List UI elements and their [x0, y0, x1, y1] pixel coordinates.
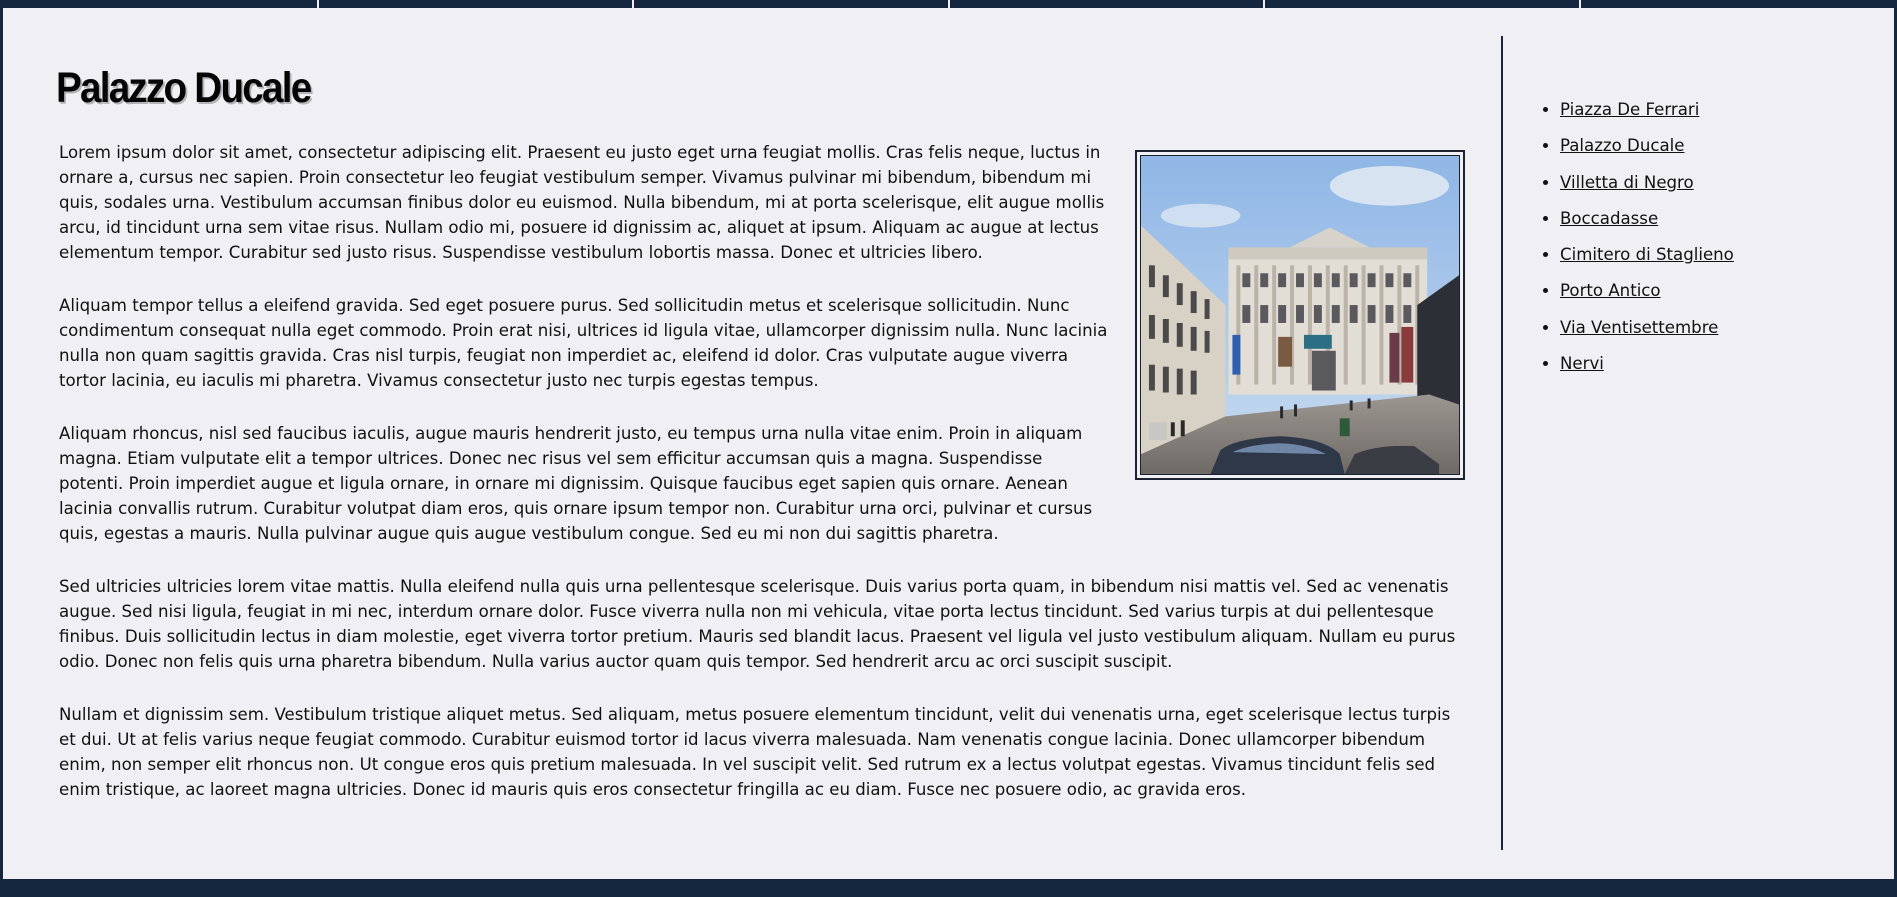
list-item: Porto Antico	[1560, 273, 1869, 309]
photo-frame	[1135, 150, 1465, 480]
top-nav-tab-3[interactable]	[634, 0, 948, 8]
list-item: Villetta di Negro	[1560, 165, 1869, 201]
sidebar-divider	[1501, 36, 1503, 850]
list-item: Cimitero di Staglieno	[1560, 237, 1869, 273]
palazzo-ducale-photo	[1141, 156, 1459, 474]
list-item: Piazza De Ferrari	[1560, 92, 1869, 128]
paragraph-5: Nullam et dignissim sem. Vestibulum tris…	[59, 705, 1451, 799]
top-nav-tab-4[interactable]	[949, 0, 1263, 8]
list-item: Nervi	[1560, 346, 1869, 382]
sidebar-link-piazza-de-ferrari[interactable]: Piazza De Ferrari	[1560, 100, 1699, 119]
list-item: Boccadasse	[1560, 201, 1869, 237]
list-item: Palazzo Ducale	[1560, 128, 1869, 164]
sidebar-link-nervi[interactable]: Nervi	[1560, 354, 1604, 373]
sidebar-link-boccadasse[interactable]: Boccadasse	[1560, 209, 1658, 228]
sidebar-link-via-ventisettembre[interactable]: Via Ventisettembre	[1560, 318, 1718, 337]
sidebar-link-villetta-di-negro[interactable]: Villetta di Negro	[1560, 173, 1694, 192]
footer-bar	[3, 879, 1894, 897]
top-nav-tab-1[interactable]	[3, 0, 317, 8]
sidebar-link-porto-antico[interactable]: Porto Antico	[1560, 281, 1661, 300]
top-nav-tab-5[interactable]	[1265, 0, 1579, 8]
sidebar-link-cimitero-di-staglieno[interactable]: Cimitero di Staglieno	[1560, 245, 1734, 264]
list-item: Via Ventisettembre	[1560, 310, 1869, 346]
top-nav-tab-6[interactable]	[1580, 0, 1894, 8]
main-content: Palazzo Ducale Lorem ipsum dolor sit ame…	[56, 58, 1465, 830]
sidebar-link-palazzo-ducale[interactable]: Palazzo Ducale	[1560, 136, 1684, 155]
sidebar-link-list: Piazza De Ferrari Palazzo Ducale Villett…	[1539, 92, 1869, 382]
paragraph-4: Sed ultricies ultricies lorem vitae matt…	[59, 577, 1456, 671]
top-nav	[3, 0, 1894, 8]
sidebar-nav: Piazza De Ferrari Palazzo Ducale Villett…	[1539, 92, 1869, 382]
page-title: Palazzo Ducale	[56, 64, 312, 112]
top-nav-tab-2[interactable]	[318, 0, 632, 8]
